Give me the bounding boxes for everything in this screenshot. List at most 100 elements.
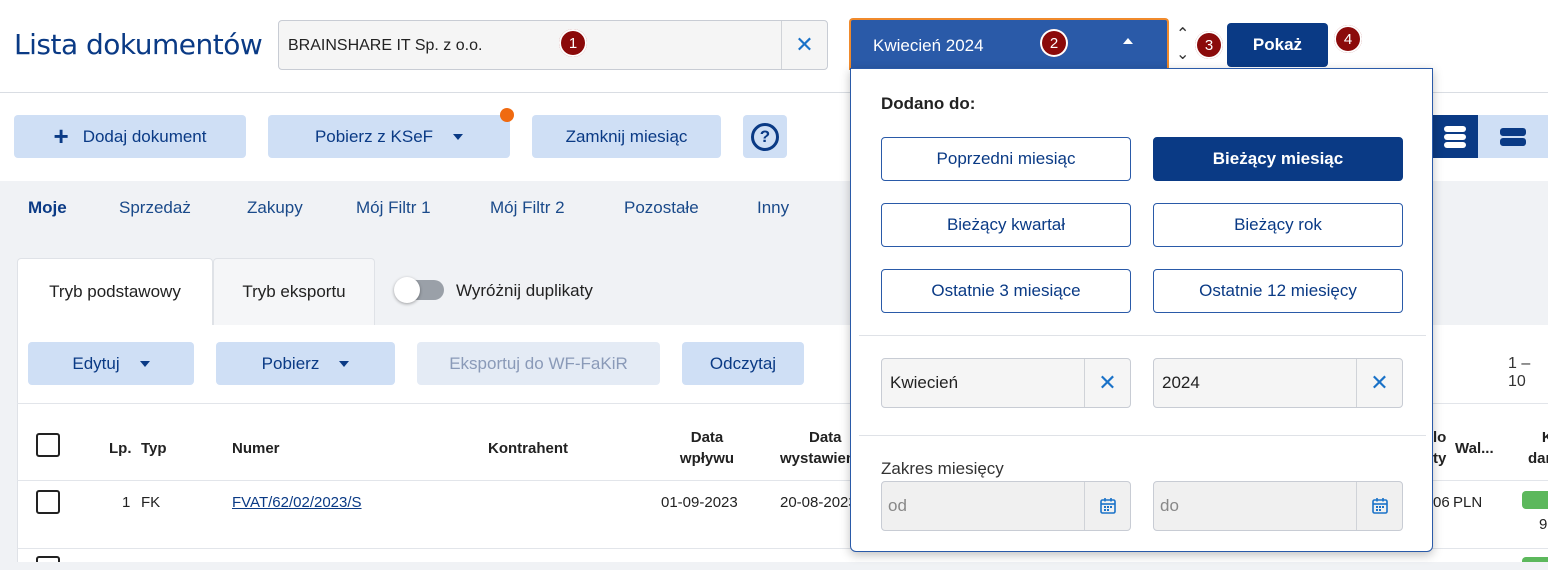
range-to-field[interactable]: do bbox=[1153, 481, 1403, 531]
notification-dot bbox=[500, 108, 514, 122]
preset-previous-month[interactable]: Poprzedni miesiąc bbox=[881, 137, 1131, 181]
caret-down-icon bbox=[139, 360, 150, 367]
header-line: Data bbox=[690, 429, 724, 446]
caret-down-icon bbox=[339, 360, 350, 367]
plus-icon: + bbox=[53, 121, 69, 151]
filter-tab-inny[interactable]: Inny bbox=[757, 198, 789, 218]
month-value: Kwiecień bbox=[890, 373, 959, 392]
close-month-button[interactable]: Zamknij miesiąc bbox=[532, 115, 721, 158]
month-stepper[interactable]: ⌃ ⌄ bbox=[1176, 27, 1189, 63]
highlight-duplicates-label: Wyróżnij duplikaty bbox=[456, 281, 593, 300]
month-selector-button[interactable]: Kwiecień 2024 bbox=[849, 18, 1169, 70]
filter-tab-filtr-1[interactable]: Mój Filtr 1 bbox=[356, 198, 431, 218]
range-from-placeholder: od bbox=[888, 496, 907, 515]
client-value: BRAINSHARE IT Sp. z o.o. bbox=[288, 37, 483, 54]
month-selector-label: Kwiecień 2024 bbox=[873, 36, 984, 55]
annotation-badge-2: 2 bbox=[1040, 29, 1068, 57]
period-dropdown-panel: Dodano do: Poprzedni miesiąc Bieżący mie… bbox=[850, 68, 1433, 552]
header-line: lo bbox=[1433, 429, 1447, 446]
month-field[interactable]: Kwiecień ✕ bbox=[881, 358, 1131, 408]
month-range-label: Zakres miesięcy bbox=[881, 459, 1004, 478]
fetch-ksef-label: Pobierz z KSeF bbox=[314, 126, 434, 146]
row-date-received: 01-09-2023 bbox=[661, 494, 738, 511]
header-line: dan bbox=[1528, 450, 1548, 467]
filter-tab-sprzedaz[interactable]: Sprzedaż bbox=[119, 198, 191, 218]
edit-label: Edytuj bbox=[72, 353, 120, 373]
column-header-date-received[interactable]: Data wpływu bbox=[672, 427, 742, 469]
page-title: Lista dokumentów bbox=[14, 28, 263, 61]
preset-last-12-months[interactable]: Ostatnie 12 miesięcy bbox=[1153, 269, 1403, 313]
calendar-icon[interactable] bbox=[1084, 482, 1130, 530]
column-header-amount[interactable]: lo ty bbox=[1433, 427, 1446, 469]
row-currency: PLN bbox=[1453, 494, 1483, 511]
row-document-number-link[interactable]: FVAT/62/02/2023/S bbox=[232, 494, 362, 511]
column-header-last[interactable]: K dan bbox=[1528, 427, 1548, 469]
caret-down-icon bbox=[453, 133, 464, 140]
show-button[interactable]: Pokaż bbox=[1227, 23, 1328, 67]
clear-year-icon[interactable]: ✕ bbox=[1356, 359, 1402, 407]
year-value: 2024 bbox=[1162, 373, 1200, 392]
pagination-range: 1 – 10 bbox=[1508, 355, 1531, 390]
row-amount: 06 bbox=[1433, 494, 1450, 511]
preset-last-3-months[interactable]: Ostatnie 3 miesiące bbox=[881, 269, 1131, 313]
row-lp: 1 bbox=[122, 494, 131, 511]
read-button[interactable]: Odczytaj bbox=[682, 342, 804, 385]
help-button[interactable]: ? bbox=[743, 115, 787, 158]
chevron-down-icon[interactable]: ⌄ bbox=[1176, 47, 1189, 63]
dropdown-divider bbox=[859, 435, 1426, 436]
tab-export-mode[interactable]: Tryb eksportu bbox=[213, 258, 375, 325]
column-header-lp[interactable]: Lp. bbox=[109, 438, 132, 459]
header-line: ty bbox=[1433, 450, 1447, 467]
bottom-scroll-area bbox=[0, 562, 1548, 570]
annotation-badge-1: 1 bbox=[559, 29, 587, 57]
row-last-value: 9 bbox=[1539, 516, 1548, 533]
preset-current-month[interactable]: Bieżący miesiąc bbox=[1153, 137, 1403, 181]
help-icon: ? bbox=[751, 122, 779, 151]
app-root: Lista dokumentów BRAINSHARE IT Sp. z o.o… bbox=[0, 0, 1548, 570]
compact-view-button[interactable] bbox=[1478, 115, 1548, 158]
filter-tab-pozostale[interactable]: Pozostałe bbox=[624, 198, 699, 218]
export-wf-fakir-button[interactable]: Eksportuj do WF-FaKiR bbox=[417, 342, 660, 385]
filter-tab-zakupy[interactable]: Zakupy bbox=[247, 198, 303, 218]
range-to-placeholder: do bbox=[1160, 496, 1179, 515]
column-header-contractor[interactable]: Kontrahent bbox=[488, 438, 568, 459]
annotation-badge-3: 3 bbox=[1195, 31, 1223, 59]
add-document-label: Dodaj dokument bbox=[82, 126, 207, 146]
column-header-currency[interactable]: Wal... bbox=[1455, 438, 1494, 459]
calendar-icon[interactable] bbox=[1356, 482, 1402, 530]
year-field[interactable]: 2024 ✕ bbox=[1153, 358, 1403, 408]
list-view-icon bbox=[1444, 124, 1466, 150]
caret-up-icon bbox=[1123, 38, 1133, 44]
add-document-button[interactable]: + Dodaj dokument bbox=[14, 115, 246, 158]
annotation-badge-4: 4 bbox=[1334, 25, 1362, 53]
filter-tab-moje[interactable]: Moje bbox=[28, 198, 67, 218]
header-line: K bbox=[1541, 429, 1548, 446]
list-view-button[interactable] bbox=[1432, 115, 1478, 158]
edit-button[interactable]: Edytuj bbox=[28, 342, 194, 385]
tab-basic-mode[interactable]: Tryb podstawowy bbox=[17, 258, 213, 325]
dropdown-divider bbox=[859, 335, 1426, 336]
column-header-type[interactable]: Typ bbox=[141, 438, 167, 459]
header-line: wpływu bbox=[679, 450, 735, 467]
fetch-ksef-button[interactable]: Pobierz z KSeF bbox=[268, 115, 510, 158]
range-from-field[interactable]: od bbox=[881, 481, 1131, 531]
dropdown-title: Dodano do: bbox=[881, 94, 976, 113]
fetch-label: Pobierz bbox=[261, 353, 320, 373]
chevron-up-icon[interactable]: ⌃ bbox=[1176, 27, 1189, 43]
toggle-knob bbox=[394, 277, 420, 303]
preset-current-quarter[interactable]: Bieżący kwartał bbox=[881, 203, 1131, 247]
clear-client-icon[interactable]: ✕ bbox=[781, 21, 827, 69]
filter-tab-filtr-2[interactable]: Mój Filtr 2 bbox=[490, 198, 565, 218]
row-status-bar bbox=[1522, 491, 1548, 509]
row-type: FK bbox=[141, 494, 161, 511]
row-checkbox[interactable] bbox=[36, 490, 60, 514]
preset-current-year[interactable]: Bieżący rok bbox=[1153, 203, 1403, 247]
column-header-number[interactable]: Numer bbox=[232, 438, 280, 459]
compact-view-icon bbox=[1500, 126, 1526, 148]
row-date-issued: 20-08-2023 bbox=[780, 494, 857, 511]
select-all-checkbox[interactable] bbox=[36, 433, 60, 457]
highlight-duplicates-toggle[interactable] bbox=[394, 277, 444, 303]
client-select[interactable]: BRAINSHARE IT Sp. z o.o. ✕ bbox=[278, 20, 828, 70]
clear-month-icon[interactable]: ✕ bbox=[1084, 359, 1130, 407]
fetch-button[interactable]: Pobierz bbox=[216, 342, 395, 385]
